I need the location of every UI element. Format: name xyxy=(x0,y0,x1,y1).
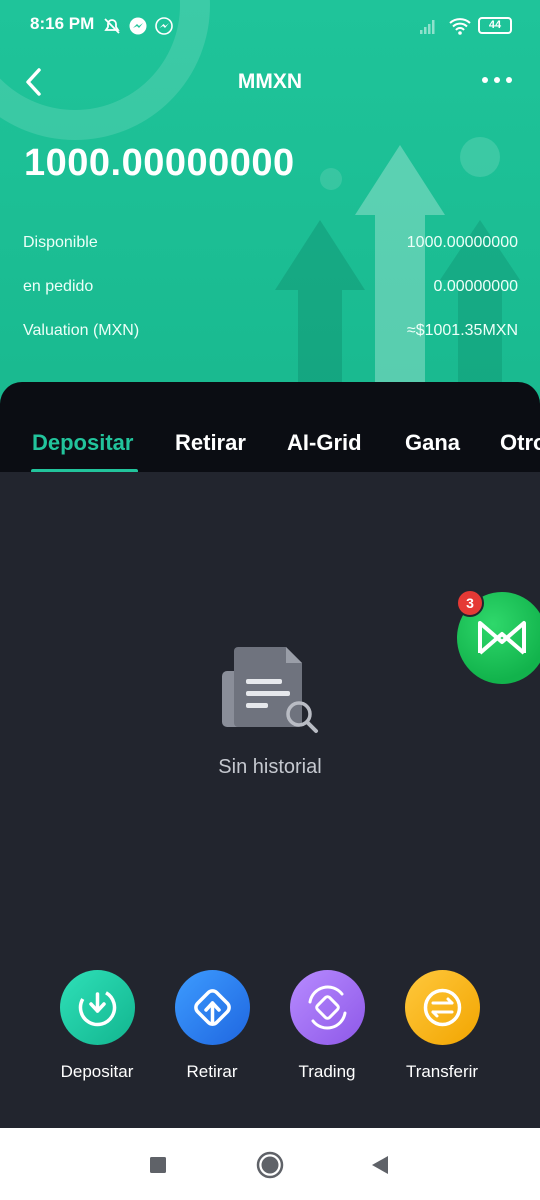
mute-icon xyxy=(104,18,120,34)
total-balance: 1000.00000000 xyxy=(24,142,295,184)
trading-button[interactable]: Trading xyxy=(272,970,382,1090)
tab-depositar[interactable]: Depositar xyxy=(32,430,133,456)
action-label: Transferir xyxy=(405,1062,479,1081)
tab-bar: Depositar Retirar AI-Grid Gana Otros xyxy=(0,420,540,472)
balance-row-in-order: en pedido 0.00000000 xyxy=(23,278,518,302)
status-bar: 8:16 PM 44 xyxy=(0,0,540,52)
tab-ai-grid[interactable]: AI-Grid xyxy=(287,430,362,456)
deposit-icon xyxy=(60,970,135,1045)
mexc-logo-icon xyxy=(478,621,526,655)
home-icon[interactable] xyxy=(255,1150,285,1180)
tab-gana[interactable]: Gana xyxy=(405,430,460,456)
android-nav-bar xyxy=(0,1128,540,1200)
signal-icon xyxy=(420,20,435,34)
row-label: en pedido xyxy=(23,278,94,295)
deposit-button[interactable]: Depositar xyxy=(42,970,152,1090)
notification-badge: 3 xyxy=(456,589,484,617)
row-value: ≈$1001.35MXN xyxy=(406,322,518,339)
row-value: 1000.00000000 xyxy=(406,234,518,251)
tab-otros[interactable]: Otros xyxy=(500,430,540,456)
tab-retirar[interactable]: Retirar xyxy=(175,430,246,456)
transfer-button[interactable]: Transferir xyxy=(387,970,497,1090)
recent-apps-icon[interactable] xyxy=(143,1150,173,1180)
empty-state-text: Sin historial xyxy=(218,756,322,778)
messenger-outline-icon xyxy=(155,17,173,35)
action-label: Trading xyxy=(298,1062,356,1081)
more-options-icon[interactable] xyxy=(480,70,514,90)
status-time: 8:16 PM xyxy=(30,14,95,33)
decorative-arrows-icon xyxy=(275,145,520,385)
asset-header: 8:16 PM 44 MMXN 1000.00000000 Disponible… xyxy=(0,0,540,420)
top-nav: MMXN xyxy=(0,60,540,104)
action-label: Retirar xyxy=(186,1062,238,1081)
row-value: 0.00000000 xyxy=(433,278,518,295)
messenger-icon xyxy=(129,17,147,35)
withdraw-button[interactable]: Retirar xyxy=(157,970,267,1090)
balance-row-available: Disponible 1000.00000000 xyxy=(23,234,518,258)
action-label: Depositar xyxy=(60,1062,134,1081)
balance-row-valuation: Valuation (MXN) ≈$1001.35MXN xyxy=(23,322,518,346)
wifi-icon xyxy=(449,18,471,35)
document-search-icon xyxy=(222,647,318,733)
withdraw-icon xyxy=(175,970,250,1045)
row-label: Valuation (MXN) xyxy=(23,322,140,339)
battery-indicator: 44 xyxy=(478,17,512,34)
trading-icon xyxy=(290,970,365,1045)
row-label: Disponible xyxy=(23,234,98,251)
page-title: MMXN xyxy=(237,70,303,93)
back-icon[interactable] xyxy=(366,1150,396,1180)
transfer-icon xyxy=(405,970,480,1045)
